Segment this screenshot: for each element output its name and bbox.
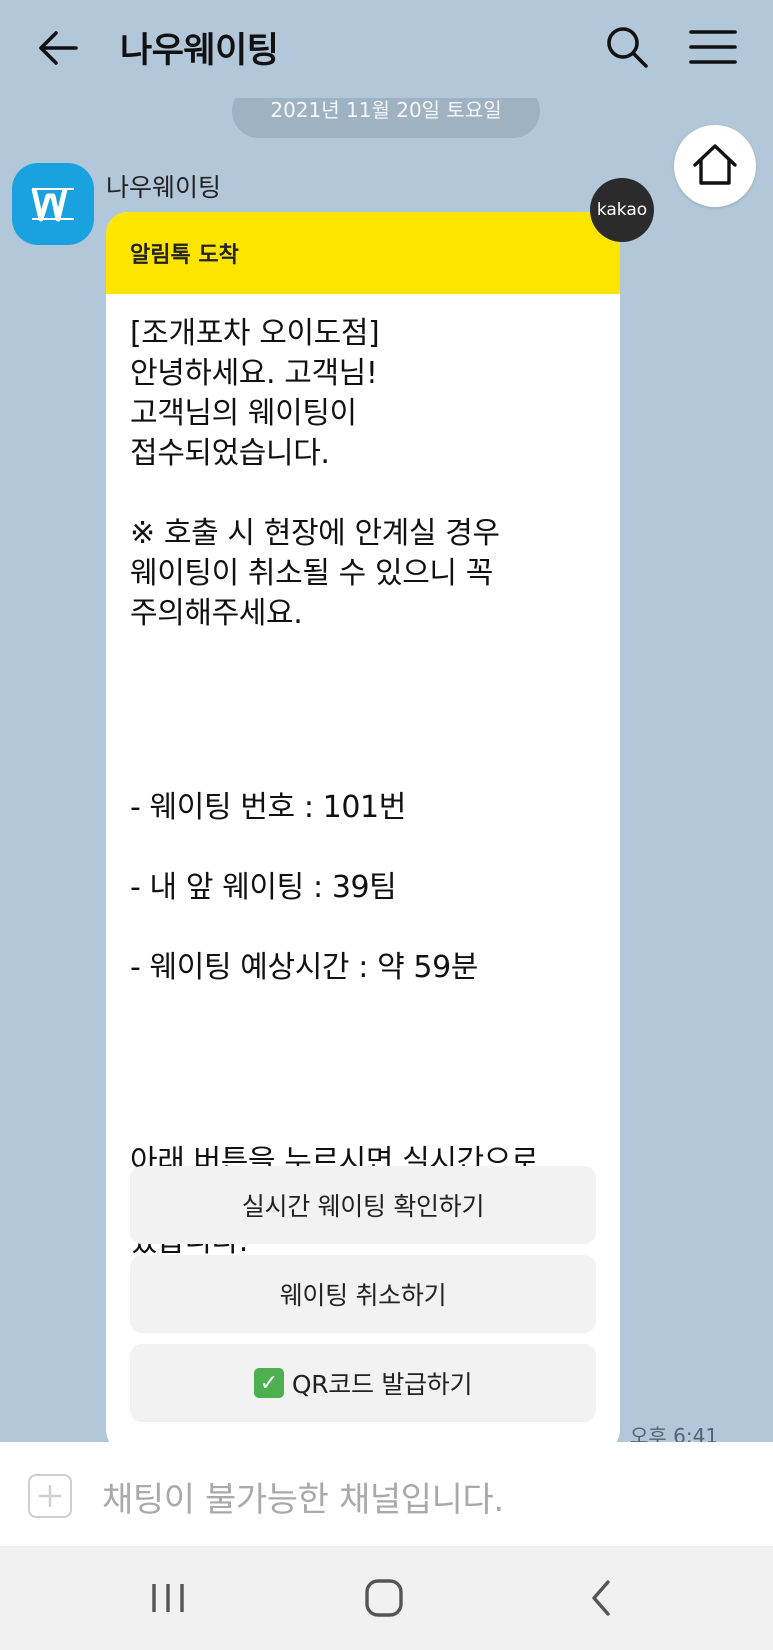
waiting-estimated-time: - 웨이팅 예상시간 : 약 59분 [130, 950, 478, 985]
date-divider-text: 2021년 11월 20일 토요일 [270, 97, 502, 122]
home-icon [693, 144, 737, 185]
chat-disabled-placeholder: 채팅이 불가능한 채널입니다. [102, 1480, 504, 1520]
hamburger-menu-icon[interactable] [688, 24, 738, 70]
home-button[interactable] [674, 125, 756, 207]
recent-apps-icon[interactable] [146, 1576, 190, 1620]
chat-input-bar: 채팅이 불가능한 채널입니다. [0, 1442, 773, 1546]
home-nav-icon[interactable] [362, 1576, 406, 1620]
waiting-details: - 웨이팅 번호 : 101번 - 내 앞 웨이팅 : 39팀 - 웨이팅 예상… [106, 634, 620, 1028]
qr-code-label: QR코드 발급하기 [291, 1370, 473, 1399]
search-icon[interactable] [604, 24, 650, 70]
sender-name: 나우웨이팅 [106, 173, 222, 202]
back-arrow-icon[interactable] [36, 26, 80, 70]
kakao-badge: kakao [590, 178, 654, 242]
cancel-waiting-button[interactable]: 웨이팅 취소하기 [130, 1255, 596, 1333]
back-nav-icon[interactable] [580, 1576, 624, 1620]
message-intro: [조개포차 오이도점] 안녕하세요. 고객님! 고객님의 웨이팅이 접수되었습니… [130, 316, 500, 631]
realtime-waiting-button[interactable]: 실시간 웨이팅 확인하기 [130, 1166, 596, 1244]
sender-avatar[interactable] [12, 163, 94, 245]
alimtalk-message-bubble: 알림톡 도착 [조개포차 오이도점] 안녕하세요. 고객님! 고객님의 웨이팅이… [106, 212, 620, 1452]
plus-icon[interactable] [28, 1474, 72, 1518]
qr-code-button[interactable]: ✓ QR코드 발급하기 [130, 1344, 596, 1422]
waiting-ahead: - 내 앞 웨이팅 : 39팀 [130, 870, 397, 905]
nowwaiting-logo-icon [31, 188, 74, 222]
message-time: 오후 6:41 [630, 1424, 719, 1444]
waiting-number: - 웨이팅 번호 : 101번 [130, 790, 406, 825]
check-mark-icon: ✓ [253, 1368, 284, 1398]
system-navigation-bar [0, 1546, 773, 1650]
top-app-bar: 나우웨이팅 [0, 0, 773, 96]
alimtalk-header: 알림톡 도착 [106, 212, 620, 294]
realtime-waiting-label: 실시간 웨이팅 확인하기 [241, 1192, 485, 1221]
chat-title: 나우웨이팅 [120, 31, 279, 71]
cancel-waiting-label: 웨이팅 취소하기 [279, 1281, 447, 1310]
